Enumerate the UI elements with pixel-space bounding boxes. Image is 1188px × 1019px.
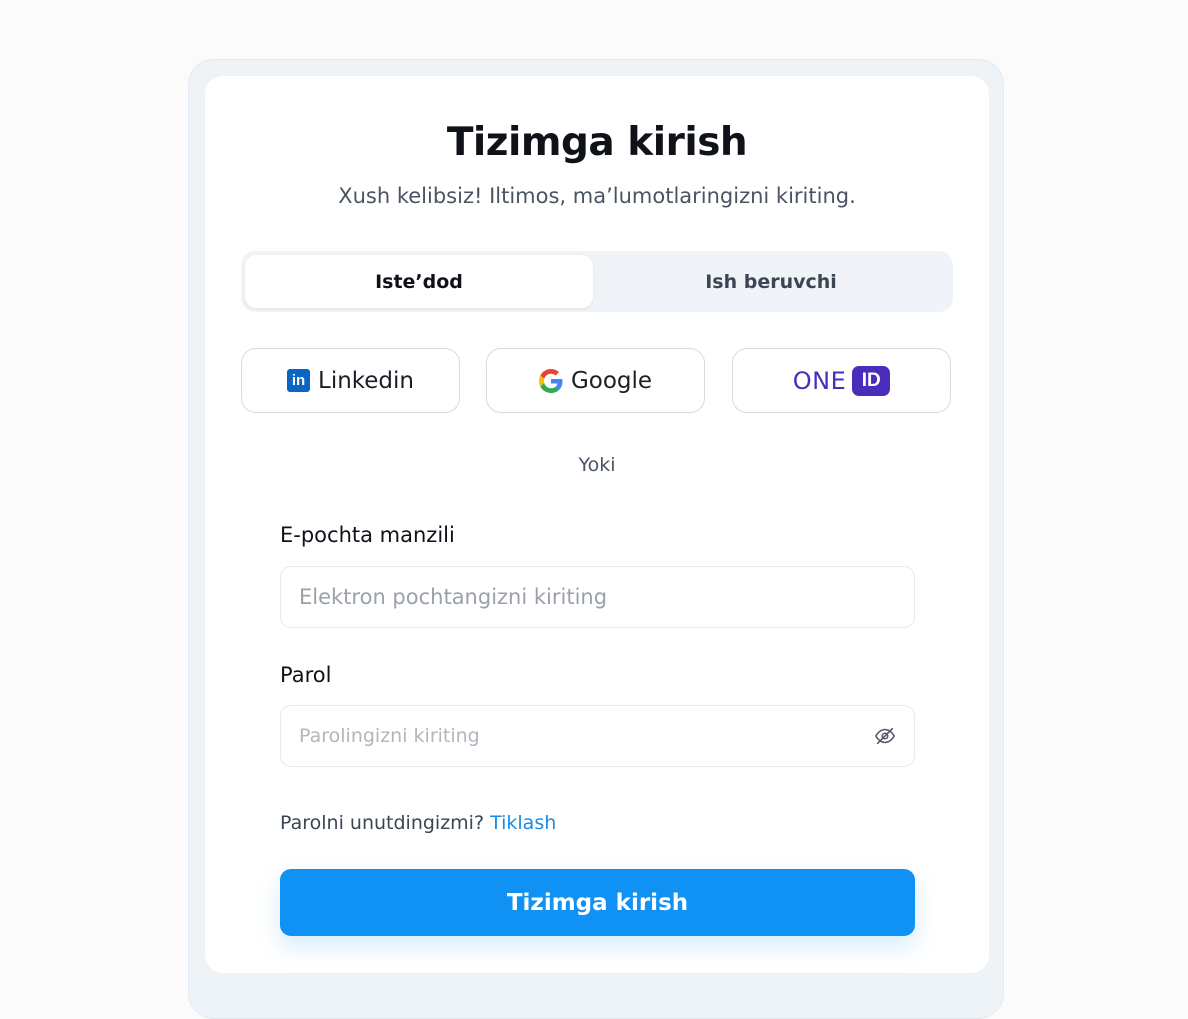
- google-icon: [538, 368, 563, 393]
- password-label: Parol: [280, 663, 332, 687]
- login-card: Tizimga kirish Xush kelibsiz! Iltimos, m…: [205, 76, 989, 973]
- oneid-badge: ID: [852, 365, 891, 396]
- reset-password-link[interactable]: Tiklash: [490, 812, 556, 834]
- oneid-text: ONE: [792, 366, 847, 395]
- forgot-password-text: Parolni unutdingizmi?: [280, 812, 491, 834]
- forgot-password-row: Parolni unutdingizmi? Tiklash: [280, 812, 556, 834]
- email-label: E-pochta manzili: [280, 523, 455, 547]
- linkedin-login-button[interactable]: in Linkedin: [241, 348, 460, 413]
- page-subtitle: Xush kelibsiz! Iltimos, maʼlumotlaringiz…: [338, 184, 856, 208]
- oneid-login-button[interactable]: ONE ID: [732, 348, 951, 413]
- linkedin-icon: in: [287, 369, 310, 392]
- role-tabs: Isteʼdod Ish beruvchi: [241, 251, 953, 312]
- google-login-button[interactable]: Google: [486, 348, 705, 413]
- email-field[interactable]: [280, 566, 915, 628]
- google-label: Google: [570, 367, 653, 394]
- eye-off-icon[interactable]: [873, 725, 897, 747]
- linkedin-label: Linkedin: [318, 367, 414, 394]
- login-card-frame: Tizimga kirish Xush kelibsiz! Iltimos, m…: [188, 59, 1004, 1019]
- password-field[interactable]: [280, 705, 915, 767]
- page-title: Tizimga kirish: [446, 120, 748, 165]
- tab-employer[interactable]: Ish beruvchi: [597, 255, 945, 308]
- tab-talent[interactable]: Isteʼdod: [245, 255, 593, 308]
- or-divider: Yoki: [578, 454, 616, 476]
- login-submit-button[interactable]: Tizimga kirish: [280, 869, 915, 936]
